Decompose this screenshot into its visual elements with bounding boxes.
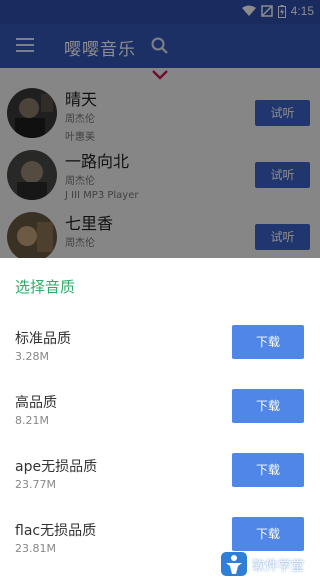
quality-option: ape无损品质 23.77M 下载 (0, 453, 320, 516)
song-album: 叶惠美 (65, 132, 95, 143)
song-row[interactable]: 晴天 周杰伦 叶惠美 试听 (0, 86, 320, 148)
song-artist: 周杰伦 (65, 176, 95, 187)
wifi-icon (241, 5, 256, 16)
download-button[interactable]: 下载 (232, 517, 304, 551)
quality-name: 高品质 (15, 395, 57, 411)
status-bar: 4:15 (0, 0, 320, 24)
watermark-logo-icon (221, 552, 247, 576)
song-album: J III MP3 Player (65, 190, 139, 201)
song-title: 七里香 (65, 214, 114, 233)
preview-button[interactable]: 试听 (255, 224, 310, 250)
song-title: 晴天 (65, 90, 98, 109)
quality-size: 23.81M (15, 542, 56, 555)
quality-name: ape无损品质 (15, 459, 98, 475)
song-row[interactable]: 一路向北 周杰伦 J III MP3 Player 试听 (0, 148, 320, 210)
menu-icon[interactable] (16, 38, 34, 54)
album-cover (7, 212, 57, 262)
album-cover (7, 88, 57, 138)
quality-size: 23.77M (15, 478, 56, 491)
quality-option: 高品质 8.21M 下载 (0, 389, 320, 452)
quality-name: 标准品质 (15, 331, 71, 347)
chevron-down-icon[interactable] (151, 69, 169, 81)
preview-button[interactable]: 试听 (255, 100, 310, 126)
quality-bottom-sheet: 选择音质 标准品质 3.28M 下载 高品质 8.21M 下载 ape无损品质 … (0, 258, 320, 580)
watermark-text: 软件学堂 (252, 559, 305, 574)
preview-button[interactable]: 试听 (255, 162, 310, 188)
download-button[interactable]: 下载 (232, 453, 304, 487)
app-bar: 嘤嘤音乐 (0, 24, 320, 68)
watermark: 软件学堂 (220, 551, 320, 577)
sheet-title: 选择音质 (15, 278, 76, 296)
song-artist: 周杰伦 (65, 238, 95, 249)
status-icons: 4:15 (241, 4, 314, 18)
song-title: 一路向北 (65, 152, 130, 171)
album-cover (7, 150, 57, 200)
song-list: 晴天 周杰伦 叶惠美 试听 一路向北 周杰伦 J III MP3 Player … (0, 68, 320, 262)
quality-size: 3.28M (15, 350, 49, 363)
app-title: 嘤嘤音乐 (64, 40, 136, 60)
song-artist: 周杰伦 (65, 114, 95, 125)
quality-name: flac无损品质 (15, 523, 97, 539)
status-time: 4:15 (290, 4, 314, 18)
quality-size: 8.21M (15, 414, 49, 427)
search-icon[interactable] (150, 36, 170, 56)
download-button[interactable]: 下载 (232, 389, 304, 423)
battery-charging-icon (277, 4, 286, 18)
quality-option: 标准品质 3.28M 下载 (0, 325, 320, 388)
download-button[interactable]: 下载 (232, 325, 304, 359)
signal-icon (260, 5, 273, 17)
